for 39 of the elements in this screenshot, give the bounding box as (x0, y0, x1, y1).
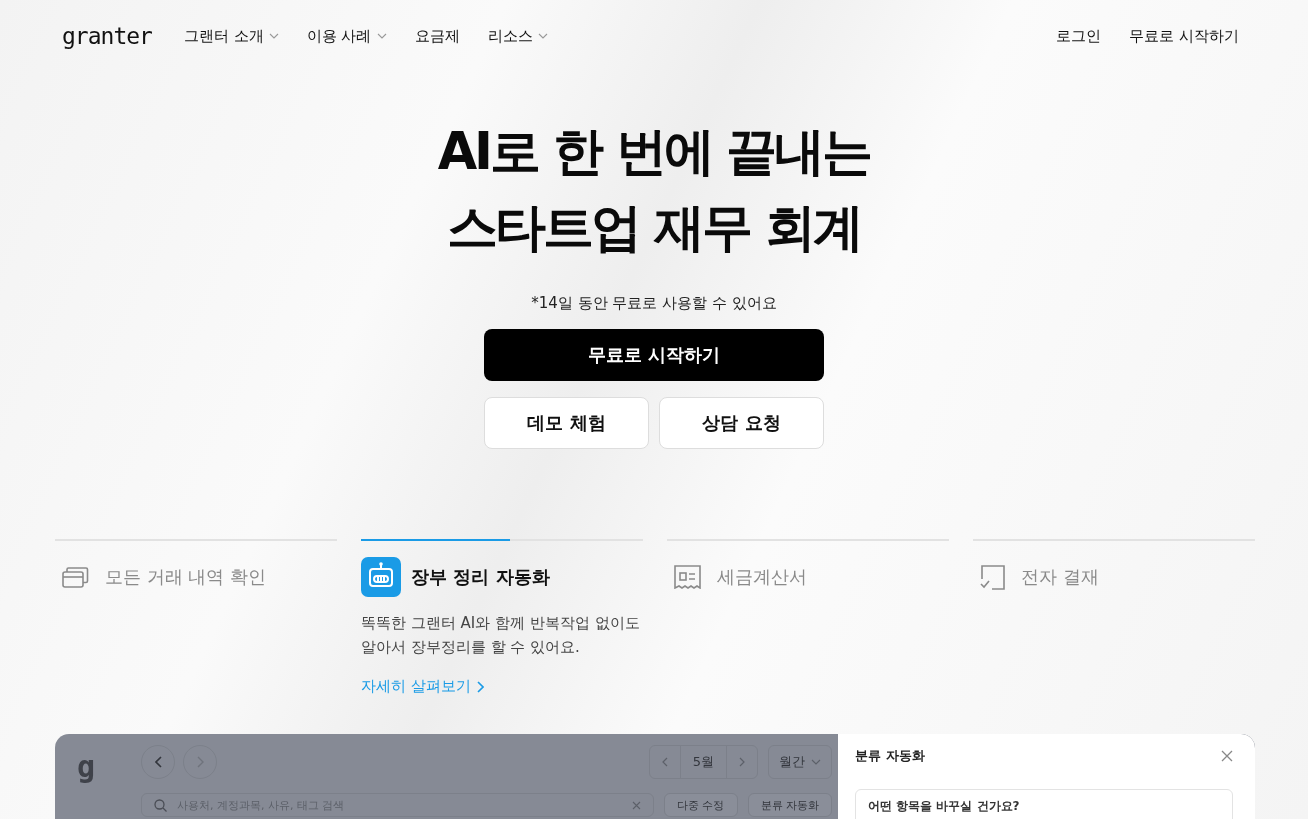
hero-title: 스타트업 재무 회계 (447, 197, 861, 259)
feature-label: 전자 결재 (1021, 565, 1099, 589)
feature-label: 모든 거래 내역 확인 (105, 565, 267, 589)
cards-icon (62, 566, 89, 588)
nav-menu-item[interactable]: 요금제 (414, 26, 460, 46)
secondary-button[interactable]: 상담 요청 (659, 397, 824, 449)
chevron-right-icon (739, 757, 745, 767)
secondary-button[interactable]: 데모 체험 (484, 397, 649, 449)
chevron-right-icon (196, 756, 204, 768)
trial-note: *14일 동안 무료로 사용할 수 있어요 (531, 294, 777, 313)
receipt-icon (674, 565, 701, 589)
close-icon[interactable] (632, 800, 641, 810)
close-icon[interactable] (1221, 750, 1233, 762)
search-icon (154, 798, 167, 812)
feature-label: 세금계산서 (717, 565, 807, 589)
feature-description: 똑똑한 그랜터 AI와 함께 반복작업 없이도 알아서 장부정리를 할 수 있어요. (361, 613, 641, 658)
hero-title: AI로 한 번에 끝내는 (437, 121, 871, 183)
toolbar-button[interactable]: 다중 수정 (664, 793, 738, 817)
signature-box-icon (980, 564, 1005, 590)
chevron-left-icon (154, 756, 162, 768)
chevron-right-icon (476, 680, 484, 693)
toolbar-button[interactable]: 분류 자동화 (747, 793, 832, 817)
robot-icon (361, 557, 401, 597)
logo[interactable]: granter (62, 23, 152, 49)
feature-tab[interactable]: 장부 정리 자동화 (361, 557, 643, 597)
period-dropdown[interactable]: 월간 (768, 745, 832, 779)
month-label: 5월 (679, 746, 727, 778)
nav-menu-item[interactable]: 리소스 (487, 26, 548, 46)
chevron-left-icon (661, 757, 668, 767)
nav-link[interactable]: 무료로 시작하기 (1129, 26, 1239, 46)
question-text: 어떤 항목을 바꾸실 건가요? (868, 799, 1020, 813)
feature-label: 장부 정리 자동화 (411, 565, 550, 589)
chevron-down-icon (811, 759, 821, 765)
app-logo: g (77, 749, 96, 784)
nav-menu-item[interactable]: 그랜터 소개 (183, 26, 279, 46)
start-free-button[interactable]: 무료로 시작하기 (484, 329, 824, 381)
nav-link[interactable]: 로그인 (1056, 26, 1102, 46)
nav-menu-item[interactable]: 이용 사례 (306, 26, 387, 46)
panel-title: 분류 자동화 (855, 747, 925, 765)
